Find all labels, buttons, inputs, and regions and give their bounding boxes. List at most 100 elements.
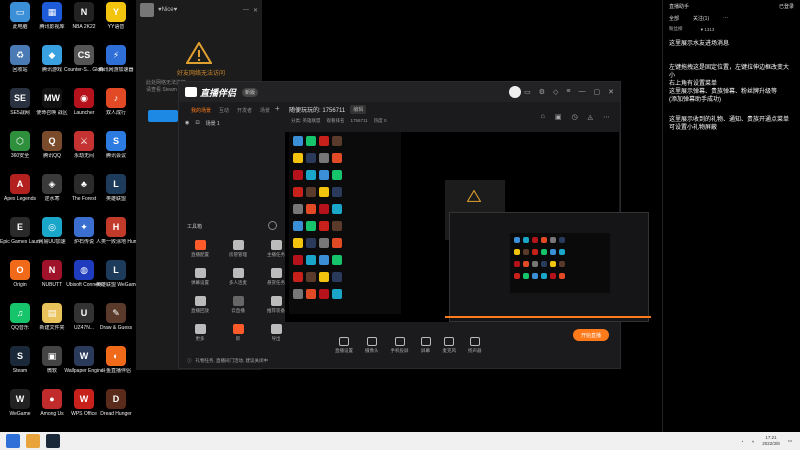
more-tools-icon[interactable] — [268, 221, 277, 230]
clock[interactable]: 17:21 2022/3/8 — [762, 435, 780, 447]
desktop-icon[interactable]: ▦ 腾讯影视库 — [36, 2, 68, 40]
desktop-icon[interactable]: ▭ 此电脑 — [4, 2, 36, 40]
capture-tool[interactable]: 屏幕 — [420, 336, 431, 354]
close-icon[interactable]: ✕ — [253, 7, 258, 14]
tool-item[interactable]: 更多 — [185, 324, 215, 350]
notification-icon[interactable]: ▭ — [788, 438, 792, 444]
settings-icon[interactable]: ⚙ — [539, 88, 545, 96]
scene-item[interactable]: ◉ ⊡ 场景 1 — [185, 120, 220, 127]
file-explorer-icon[interactable] — [26, 434, 40, 448]
avatar[interactable] — [509, 86, 521, 98]
add-scene-icon[interactable]: + — [275, 104, 280, 113]
go-live-button[interactable]: 开始直播 — [573, 329, 609, 341]
bag-icon[interactable]: ▣ — [555, 113, 562, 121]
desktop-icon[interactable]: Y YY语音 — [100, 2, 132, 40]
panel-tab[interactable]: 全部 — [669, 15, 679, 22]
timer-icon[interactable]: ◷ — [572, 113, 578, 121]
message-icon[interactable]: ▭ — [524, 88, 531, 96]
desktop-icon[interactable]: Q 腾讯QQ — [36, 131, 68, 169]
fan-rank-tab[interactable]: 粉丝榜 — [669, 26, 683, 32]
desktop-icon[interactable]: ▤ 新建文件夹 — [36, 303, 68, 341]
volume-icon[interactable]: ◖ — [751, 439, 754, 444]
desktop-icon[interactable]: O Origin — [4, 260, 36, 298]
steam-taskbar-icon[interactable] — [46, 434, 60, 448]
desktop-icon[interactable]: W WPS Office — [68, 389, 100, 427]
desktop-icon[interactable]: ⚡ 腾讯网游加速器 — [98, 45, 134, 83]
desktop-icon[interactable]: S 腾讯会议 — [100, 131, 132, 169]
lock-icon[interactable]: ⊡ — [195, 120, 199, 127]
desktop-icon[interactable]: S Steam — [4, 346, 36, 384]
desktop-icon[interactable]: ✦ 炉石传说 — [68, 217, 100, 255]
tab-2[interactable]: 开发者 — [237, 107, 252, 114]
capture-tool[interactable]: 手机投屏 — [391, 336, 409, 354]
more-icon[interactable]: ⋯ — [603, 113, 610, 121]
desktop-icon[interactable]: ◉ Launcher — [68, 88, 100, 126]
desktop-icon[interactable]: L 英雄联盟 WeGame版 — [96, 260, 136, 298]
desktop-icon[interactable]: ⚔ 永劫无间 — [68, 131, 100, 169]
maximize-icon[interactable]: ▢ — [594, 88, 601, 96]
tab-1[interactable]: 互动 — [219, 107, 229, 114]
close-icon[interactable]: ✕ — [608, 88, 614, 96]
avatar[interactable] — [140, 3, 154, 17]
desktop-icon[interactable]: ♣ The Forest — [68, 174, 100, 212]
desktop-icon[interactable]: ◈ 逆水寒 — [36, 174, 68, 212]
tool-item[interactable]: 弹幕设置 — [185, 268, 215, 294]
desktop-icon[interactable]: ◍ Ubisoft Connect — [66, 260, 102, 298]
start-icon[interactable] — [6, 434, 20, 448]
eye-icon[interactable]: ◉ — [185, 120, 189, 127]
retry-button[interactable] — [148, 110, 178, 122]
desktop-icon[interactable]: H 人类一败涂地 Human F... — [96, 217, 136, 255]
desktop-icon[interactable]: W WeGame — [4, 389, 36, 427]
desktop-icon[interactable]: ◎ 网易UU加速 — [36, 217, 68, 255]
desktop-icon[interactable]: N NBA 2K22 — [68, 2, 100, 40]
desktop-icon[interactable]: D Dread Hunger — [100, 389, 132, 427]
desktop-icon-label: 英雄联盟 — [105, 196, 126, 202]
desktop-icon[interactable]: N NUBUTT — [36, 260, 68, 298]
preview-desktop-icon — [306, 136, 316, 146]
preview-desktop-icon — [293, 170, 303, 180]
desktop-icon[interactable]: U UZ47N... — [68, 303, 100, 341]
bell-icon[interactable]: ◬ — [588, 113, 593, 121]
tool-item[interactable]: 直播配置 — [185, 240, 215, 266]
desktop-icon[interactable]: ♪ 双人成行 — [100, 88, 132, 126]
desktop-icon[interactable]: CSCounter-S... Global Off... — [64, 45, 104, 83]
tool-item[interactable]: 直播回放 — [185, 296, 215, 322]
desktop-icon[interactable]: EEpic Games Launcher — [0, 217, 40, 255]
desktop-icon[interactable]: A Apex Legends — [4, 174, 36, 212]
edit-room-button[interactable]: 编辑 — [350, 105, 367, 114]
version-badge[interactable]: 新版 — [242, 87, 259, 97]
desktop-icon[interactable]: ♫ QQ音乐 — [4, 303, 36, 341]
share-icon[interactable]: ⌂ — [541, 113, 545, 121]
desktop-icon[interactable]: SE SE5战网 — [4, 88, 36, 126]
minimize-icon[interactable]: — — [243, 7, 249, 14]
desktop-icon[interactable]: W Wallpaper Engine — [64, 346, 104, 384]
login-status[interactable]: 已登录 — [779, 3, 794, 10]
capture-tool[interactable]: 麦克风 — [443, 336, 456, 354]
tool-item[interactable]: 房管管理 — [223, 240, 253, 266]
capture-tool[interactable]: 扬声器 — [468, 336, 482, 354]
minimize-icon[interactable]: — — [579, 88, 586, 96]
desktop-icon[interactable]: ▣ 微软 — [36, 346, 68, 384]
desktop-icon[interactable]: ✎ Draw & Guess — [100, 303, 132, 341]
tool-item[interactable]: 多人连麦 — [223, 268, 253, 294]
preview-desktop-icon — [332, 204, 342, 214]
capture-tool[interactable]: 摄像头 — [365, 336, 379, 354]
desktop-icon[interactable]: ◐ 斗鱼直播伴侣 — [100, 346, 132, 384]
tab-0[interactable]: 我的场景 — [191, 107, 211, 114]
network-icon[interactable]: ◔ — [741, 439, 744, 444]
gift-icon[interactable]: ◇ — [553, 88, 558, 96]
panel-tab[interactable]: ··· — [723, 15, 728, 21]
tool-item[interactable]: 新 — [223, 324, 253, 350]
desktop-icon[interactable]: ♻ 回收站 — [4, 45, 36, 83]
desktop-icon[interactable]: MW 使命召唤 战区 — [36, 88, 68, 126]
desktop-icon[interactable]: ● Among Us — [36, 389, 68, 427]
stream-preview[interactable] — [285, 132, 651, 322]
desktop-icon[interactable]: L 英雄联盟 — [100, 174, 132, 212]
tool-item[interactable]: 云直播 — [223, 296, 253, 322]
tab-3[interactable]: 场景 — [260, 107, 270, 114]
capture-tool[interactable]: 直播设置 — [335, 336, 353, 354]
menu-icon[interactable]: ≡ — [566, 88, 570, 96]
panel-tab[interactable]: 关注(1) — [693, 15, 709, 22]
desktop-icon[interactable]: ◆ 腾讯游戏 — [36, 45, 68, 83]
desktop-icon[interactable]: ⬡ 360安全 — [4, 131, 36, 169]
